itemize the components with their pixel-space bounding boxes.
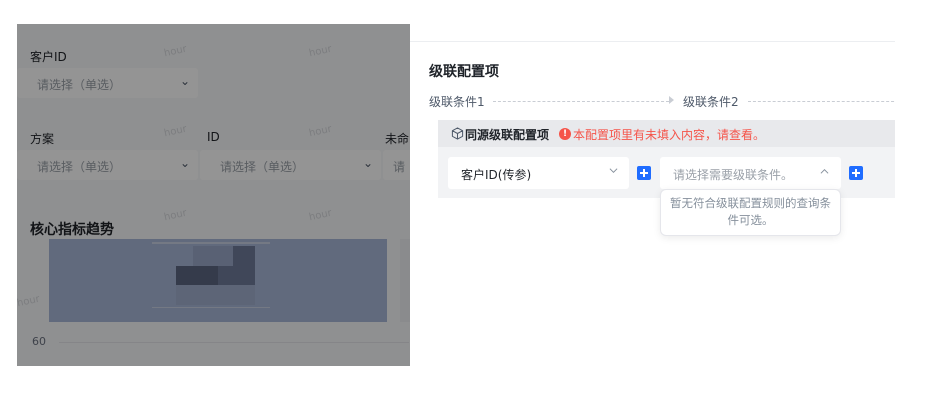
step-2[interactable]: 级联条件2 — [683, 93, 739, 110]
step-connector — [748, 101, 895, 102]
empty-options-tooltip: 暂无符合级联配置规则的查询条件可选。 — [660, 189, 841, 236]
add-condition-button[interactable] — [637, 166, 651, 180]
step-connector — [493, 101, 669, 102]
same-source-cascade-group: 同源级联配置项 ! 本配置项里有未填入内容，请查看。 客户ID(传参) 请选择需… — [438, 120, 895, 198]
cube-icon — [451, 127, 464, 140]
group-title: 同源级联配置项 — [465, 128, 550, 142]
divider — [410, 41, 895, 42]
tooltip-text: 暂无符合级联配置规则的查询条件可选。 — [670, 196, 831, 227]
select-placeholder: 请选择需要级联条件。 — [673, 168, 794, 182]
section-title: 级联配置项 — [429, 64, 499, 80]
group-header: 同源级联配置项 ! 本配置项里有未填入内容，请查看。 — [438, 120, 895, 147]
chevron-down-icon — [609, 168, 618, 174]
arrow-right-icon — [669, 96, 674, 104]
warning-message: 本配置项里有未填入内容，请查看。 — [573, 128, 766, 142]
step-1[interactable]: 级联条件1 — [429, 93, 485, 110]
modal-overlay[interactable] — [17, 24, 410, 366]
selected-value: 客户ID(传参) — [461, 168, 532, 182]
chevron-up-icon — [820, 168, 829, 174]
cascade-source-select[interactable]: 客户ID(传参) — [448, 157, 629, 189]
cascade-target-select[interactable]: 请选择需要级联条件。 — [660, 157, 841, 189]
cascade-steps: 级联条件1 级联条件2 — [429, 93, 895, 109]
warning-icon: ! — [559, 128, 571, 140]
add-condition-button[interactable] — [849, 166, 863, 180]
